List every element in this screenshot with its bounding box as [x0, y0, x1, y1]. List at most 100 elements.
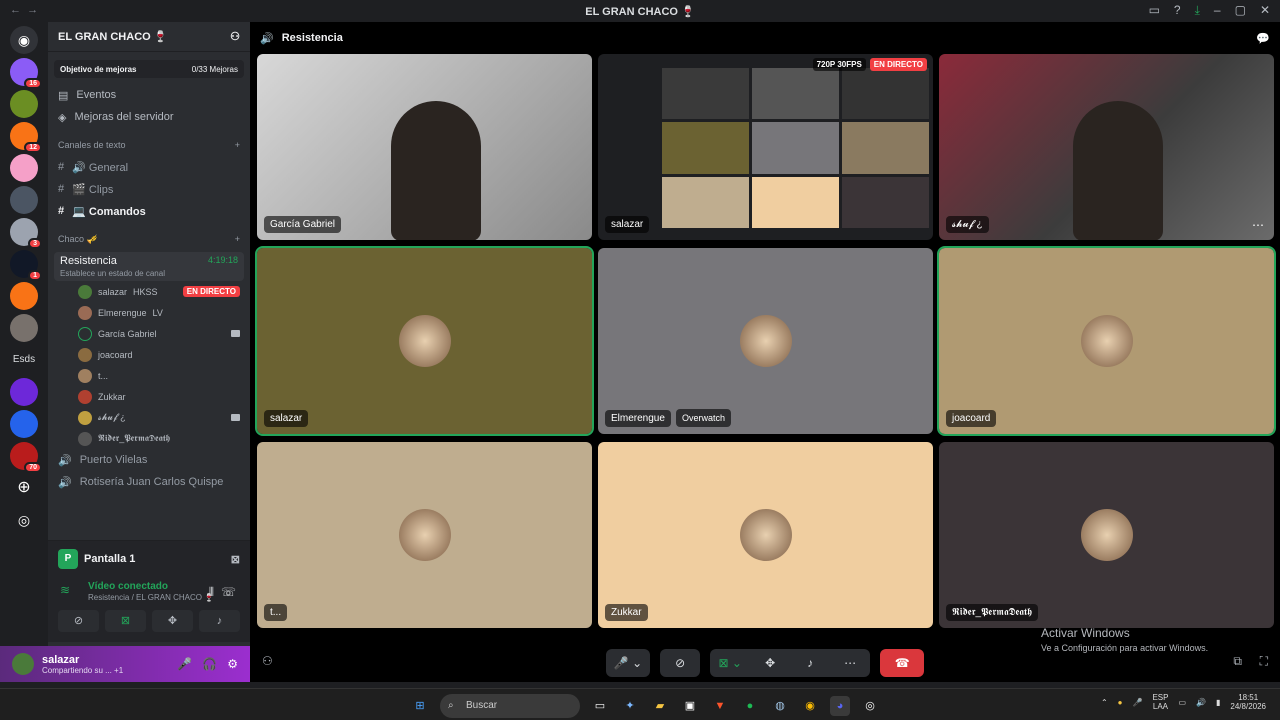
- voice-user[interactable]: 𝕽𝖎𝖉𝖊𝖗_𝕻𝖊𝖗𝖒𝖆𝕯𝖊𝖆𝖙𝖍: [48, 428, 250, 449]
- invite-icon[interactable]: ⚇: [262, 654, 273, 668]
- voice-user[interactable]: Zukkar: [48, 386, 250, 407]
- servers-server-icon-1[interactable]: [10, 90, 38, 118]
- guild-header[interactable]: EL GRAN CHACO 🍷 ⚇: [48, 22, 250, 52]
- voice-user[interactable]: joacoard: [48, 344, 250, 365]
- voice-status[interactable]: Establece un estado de canal: [60, 269, 238, 278]
- maximize-button[interactable]: ▢: [1235, 3, 1246, 18]
- avatar[interactable]: [12, 653, 34, 675]
- clock[interactable]: 18:51 24/8/2026: [1230, 693, 1266, 711]
- tray-mic-icon[interactable]: 🎤: [1132, 698, 1142, 707]
- explore-icon[interactable]: ◎: [10, 506, 38, 534]
- inbox-icon[interactable]: ▭: [1149, 3, 1160, 18]
- battery-icon[interactable]: ▮: [1216, 698, 1220, 707]
- chat-icon[interactable]: 💬: [1256, 32, 1270, 45]
- mic-button[interactable]: 🎤 ⌄: [605, 649, 651, 677]
- task-view-icon[interactable]: ▭: [590, 696, 610, 716]
- copilot-icon[interactable]: ✦: [620, 696, 640, 716]
- mic-icon[interactable]: 🎤: [177, 657, 192, 671]
- text-category[interactable]: Canales de texto +: [48, 134, 250, 156]
- spotify-icon[interactable]: ●: [740, 696, 760, 716]
- servers2-server-icon-1[interactable]: [10, 410, 38, 438]
- screen-share-item[interactable]: P Pantalla 1 ⊠: [48, 541, 250, 577]
- servers-server-icon-3[interactable]: [10, 154, 38, 182]
- activity-button[interactable]: ✥: [750, 649, 790, 677]
- fullscreen-icon[interactable]: ⛶: [1260, 654, 1268, 669]
- add-voice-channel-icon[interactable]: +: [235, 234, 240, 244]
- voice-user[interactable]: salazar HKSS EN DIRECTO: [48, 281, 250, 302]
- server-boosts-link[interactable]: ◈ Mejoras del servidor: [48, 106, 250, 128]
- help-icon[interactable]: ?: [1174, 3, 1181, 18]
- events-link[interactable]: ▤ Eventos: [48, 84, 250, 106]
- add-member-icon[interactable]: ⚇: [230, 30, 240, 43]
- servers-server-icon-2[interactable]: 12: [10, 122, 42, 153]
- volume-icon[interactable]: 🔊: [1196, 698, 1206, 707]
- minimize-button[interactable]: –: [1214, 3, 1221, 18]
- store-icon[interactable]: ▣: [680, 696, 700, 716]
- text-channel-1[interactable]: # 🎬 Clips: [48, 178, 250, 200]
- voice-user[interactable]: Elmerengue LV: [48, 302, 250, 323]
- participant-tile[interactable]: Zukkar: [598, 442, 933, 628]
- steam-icon[interactable]: ◍: [770, 696, 790, 716]
- screen-share-button[interactable]: ⊠ ⌄: [710, 649, 750, 677]
- text-channel-2[interactable]: # 💻 Comandos: [48, 200, 250, 222]
- voice-user[interactable]: t...: [48, 365, 250, 386]
- participant-tile[interactable]: ⋯ 𝓼𝓱𝓾𝓯 ¿: [939, 54, 1274, 240]
- obs-icon[interactable]: ◎: [860, 696, 880, 716]
- voice-channel-1[interactable]: 🔊 Rotisería Juan Carlos Quispe: [48, 471, 250, 493]
- discord-home-icon[interactable]: ◉: [10, 26, 38, 54]
- stop-share-icon[interactable]: ⊠: [231, 553, 240, 566]
- voice-user[interactable]: García Gabriel: [48, 323, 250, 344]
- participant-tile[interactable]: 𝕽𝖎𝖉𝖊𝖗_𝕻𝖊𝖗𝖒𝖆𝕯𝖊𝖆𝖙𝖍: [939, 442, 1274, 628]
- voice-channel-resistencia[interactable]: Resistencia 4:19:18 Establece un estado d…: [54, 252, 244, 281]
- servers-server-icon-0[interactable]: 16: [10, 58, 42, 89]
- text-channel-0[interactable]: # 🔊 General: [48, 156, 250, 178]
- participant-tile[interactable]: salazar: [255, 246, 594, 436]
- participant-tile[interactable]: joacoard: [937, 246, 1276, 436]
- tray-app-icon[interactable]: ●: [1118, 698, 1123, 707]
- popout-icon[interactable]: ⧉: [1233, 654, 1242, 669]
- explorer-icon[interactable]: ▰: [650, 696, 670, 716]
- end-call-button[interactable]: ☎: [880, 649, 925, 677]
- close-button[interactable]: ✕: [1260, 3, 1270, 18]
- more-options-icon[interactable]: ⋯: [1252, 218, 1264, 232]
- soundboard-button-main[interactable]: ♪: [790, 649, 830, 677]
- network-icon[interactable]: ▭: [1178, 698, 1186, 707]
- add-server-icon[interactable]: ⊕: [10, 474, 38, 502]
- discord-taskbar-icon[interactable]: ◕: [830, 696, 850, 716]
- camera-toggle[interactable]: ⊘: [58, 610, 99, 632]
- lang-indicator[interactable]: ESP LAA: [1152, 693, 1168, 711]
- voice-channel-0[interactable]: 🔊 Puerto Vilelas: [48, 449, 250, 471]
- share-screen-button[interactable]: ⊠: [105, 610, 146, 632]
- voice-user[interactable]: 𝓼𝓱𝓾𝓯 ¿: [48, 407, 250, 428]
- taskbar-search[interactable]: ⌕ Buscar: [440, 694, 580, 718]
- chrome-icon[interactable]: ◉: [800, 696, 820, 716]
- start-icon[interactable]: ⊞: [410, 696, 430, 716]
- participant-tile[interactable]: 720P 30FPS EN DIRECTO salazar: [598, 54, 933, 240]
- download-icon[interactable]: ⤓: [1195, 3, 1200, 18]
- server-esds[interactable]: Esds: [10, 346, 38, 374]
- signal-icon[interactable]: ≋: [60, 583, 70, 597]
- camera-button[interactable]: ⊘: [660, 649, 701, 677]
- disconnect-icon[interactable]: ☏: [221, 585, 236, 599]
- participant-tile[interactable]: García Gabriel: [257, 54, 592, 240]
- soundboard-button[interactable]: ♪: [199, 610, 240, 632]
- more-button[interactable]: ⋯: [830, 649, 870, 677]
- boost-goal[interactable]: Objetivo de mejoras 0/33 Mejoras: [54, 60, 244, 78]
- participant-tile[interactable]: t...: [257, 442, 592, 628]
- headphones-icon[interactable]: 🎧: [202, 657, 217, 671]
- voice-category[interactable]: Chaco 🎺 +: [48, 228, 250, 250]
- servers2-server-icon-0[interactable]: [10, 378, 38, 406]
- servers-server-icon-8[interactable]: [10, 314, 38, 342]
- servers-server-icon-6[interactable]: 1: [10, 250, 42, 281]
- brave-icon[interactable]: ▼: [710, 696, 730, 716]
- noise-icon[interactable]: ⦀: [209, 585, 214, 600]
- activities-button[interactable]: ✥: [152, 610, 193, 632]
- servers-server-icon-4[interactable]: [10, 186, 38, 214]
- settings-icon[interactable]: ⚙: [227, 657, 238, 671]
- servers2-server-icon-2[interactable]: 70: [10, 442, 42, 473]
- servers-server-icon-5[interactable]: 3: [10, 218, 42, 249]
- servers-server-icon-7[interactable]: [10, 282, 38, 310]
- add-channel-icon[interactable]: +: [235, 140, 240, 150]
- tray-chevron-icon[interactable]: ⌃: [1101, 698, 1108, 707]
- participant-tile[interactable]: Elmerengue Overwatch: [598, 248, 933, 434]
